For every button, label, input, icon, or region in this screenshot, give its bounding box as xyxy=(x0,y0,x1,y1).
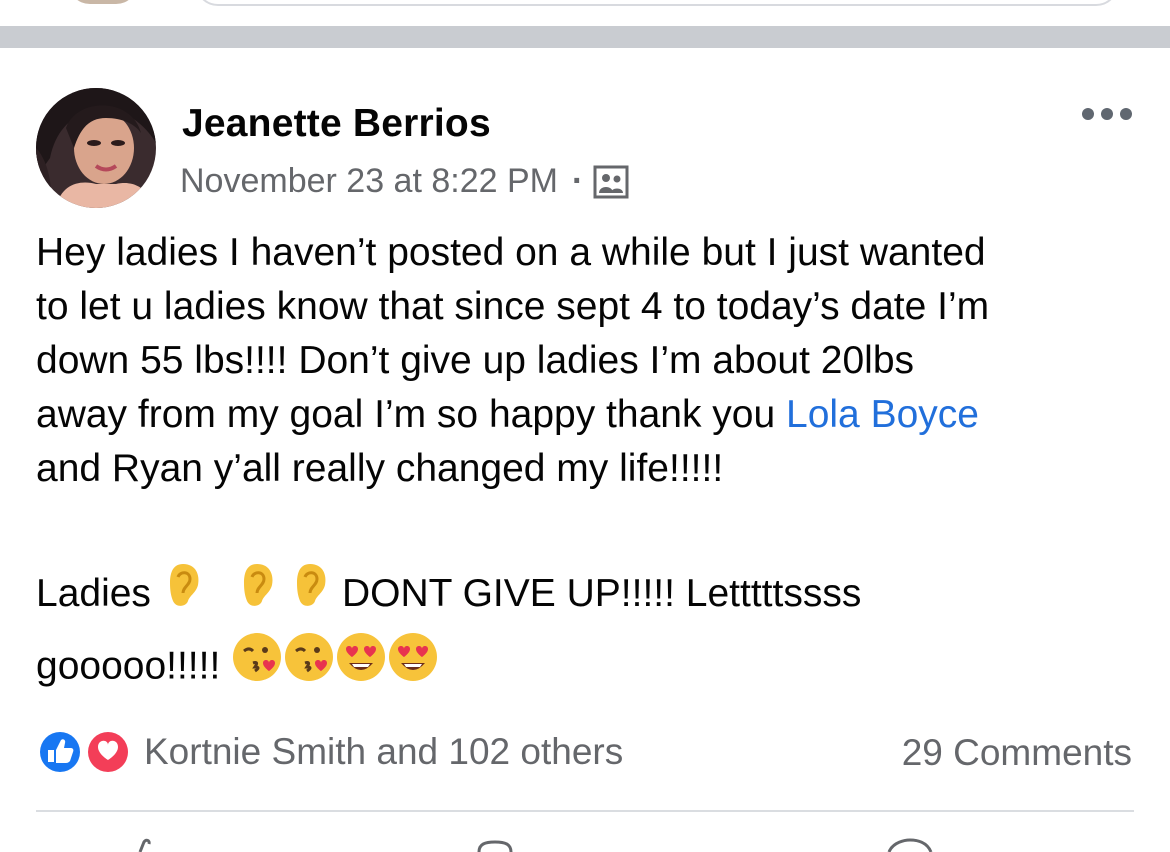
dot xyxy=(1082,108,1094,120)
body-line: away from my goal I’m so happy thank you… xyxy=(36,388,1136,442)
actions-divider xyxy=(36,810,1134,812)
body-line: and Ryan y’all really changed my life!!!… xyxy=(36,447,724,490)
heart-eyes-emoji xyxy=(387,631,439,705)
composer-input[interactable] xyxy=(195,0,1119,6)
love-icon xyxy=(86,730,130,774)
post-body: Hey ladies I haven’t posted on a while b… xyxy=(36,226,1136,705)
share-action-icon[interactable] xyxy=(885,838,935,852)
dot xyxy=(1101,108,1113,120)
ear-emoji xyxy=(236,561,278,631)
group-icon xyxy=(593,165,629,199)
reaction-count[interactable]: Kortnie Smith and 102 others xyxy=(144,731,623,773)
like-action-icon[interactable] xyxy=(130,838,170,852)
heart-eyes-emoji xyxy=(335,631,387,705)
post-timestamp[interactable]: November 23 at 8:22 PM xyxy=(180,162,558,201)
author-avatar[interactable] xyxy=(36,88,156,208)
meta-separator: · xyxy=(571,162,584,200)
body-line: to let u ladies know that since sept 4 t… xyxy=(36,285,990,328)
author-name[interactable]: Jeanette Berrios xyxy=(182,102,491,146)
more-options-icon[interactable] xyxy=(1082,108,1132,120)
kissing-heart-emoji xyxy=(283,631,335,705)
composer-avatar xyxy=(68,0,138,4)
body-text: gooooo!!!!! xyxy=(36,644,232,687)
body-text: DONT GIVE UP!!!!! Letttttssss xyxy=(331,572,862,615)
ear-emoji xyxy=(289,561,331,631)
dot xyxy=(1120,108,1132,120)
comments-count[interactable]: 29 Comments xyxy=(902,732,1132,774)
body-line: Hey ladies I haven’t posted on a while b… xyxy=(36,231,986,274)
like-icon xyxy=(38,730,82,774)
body-line: Ladies DONT GIVE UP!!!!! Letttttssss xyxy=(36,560,1136,631)
ear-emoji xyxy=(162,561,204,631)
post-meta: November 23 at 8:22 PM · xyxy=(180,162,629,201)
body-text: away from my goal I’m so happy thank you xyxy=(36,393,787,436)
body-text: Ladies xyxy=(36,572,162,615)
reactions-summary[interactable]: Kortnie Smith and 102 others xyxy=(36,728,623,776)
body-line: down 55 lbs!!!! Don’t give up ladies I’m… xyxy=(36,339,915,382)
previous-card-edge xyxy=(0,0,1170,26)
body-line: gooooo!!!!! xyxy=(36,631,1136,705)
reaction-icons xyxy=(36,728,134,776)
kissing-heart-emoji xyxy=(231,631,283,705)
mention-link[interactable]: Lola Boyce xyxy=(786,393,979,436)
comment-action-icon[interactable] xyxy=(475,838,515,852)
feed-separator xyxy=(0,26,1170,48)
post-card: Jeanette Berrios November 23 at 8:22 PM … xyxy=(0,48,1170,852)
